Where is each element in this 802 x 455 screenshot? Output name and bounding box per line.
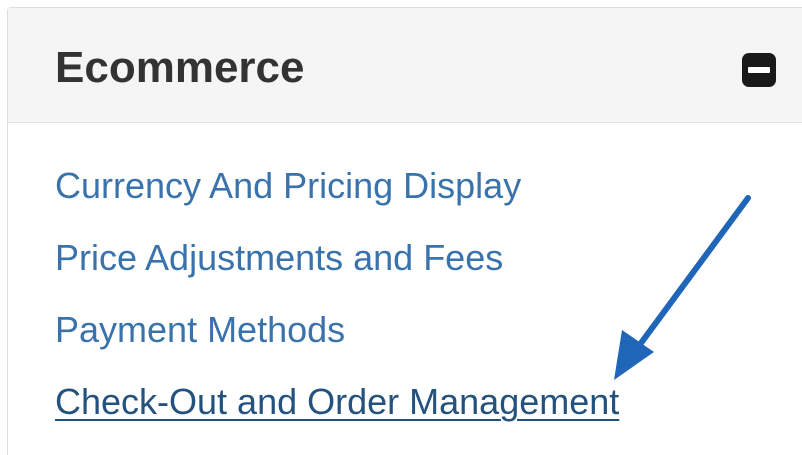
list-item: Currency And Pricing Display <box>55 161 619 233</box>
panel-title: Ecommerce <box>55 43 305 92</box>
link-payment-methods[interactable]: Payment Methods <box>55 309 345 350</box>
link-currency-and-pricing-display[interactable]: Currency And Pricing Display <box>55 165 521 206</box>
list-item: Check-Out and Order Management <box>55 377 619 449</box>
collapse-icon[interactable] <box>741 52 777 88</box>
panel-header[interactable]: Ecommerce <box>8 8 802 123</box>
minus-square-icon <box>742 53 776 87</box>
list-item: Price Adjustments and Fees <box>55 233 619 305</box>
list-item: Payment Methods <box>55 305 619 377</box>
link-check-out-and-order-management[interactable]: Check-Out and Order Management <box>55 381 619 422</box>
arrow-icon <box>614 195 751 380</box>
panel-link-list: Currency And Pricing Display Price Adjus… <box>55 161 619 449</box>
link-price-adjustments-and-fees[interactable]: Price Adjustments and Fees <box>55 237 503 278</box>
